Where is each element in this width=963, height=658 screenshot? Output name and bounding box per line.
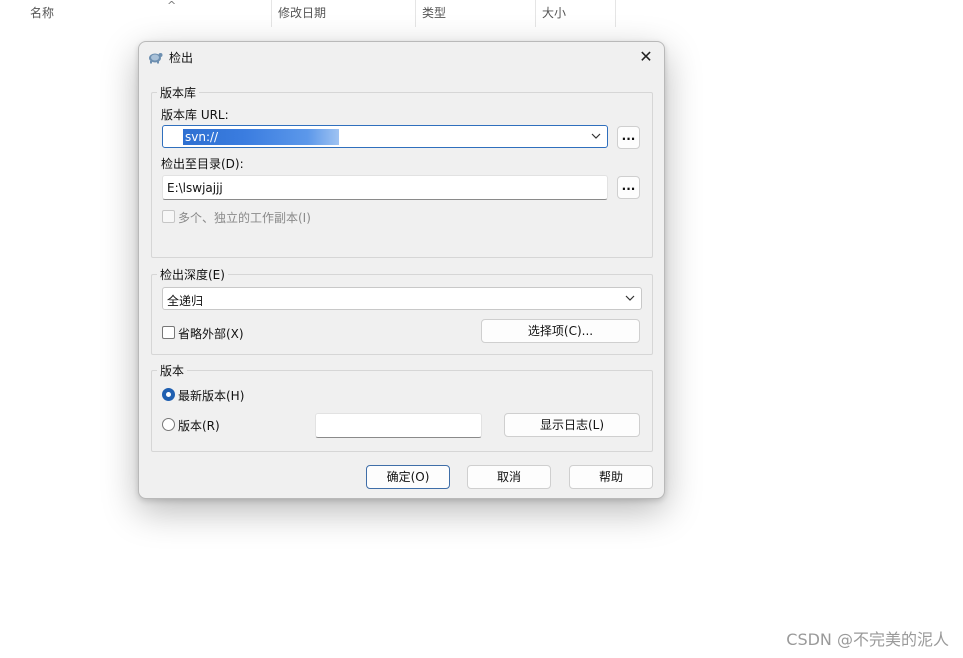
head-revision-radio[interactable]: [162, 388, 175, 401]
dialog-title: 检出: [169, 51, 194, 65]
explorer-column-header: 名称 ^ 修改日期 类型 大小: [0, 0, 963, 27]
choose-items-button[interactable]: 选择项(C)...: [481, 319, 640, 343]
column-name[interactable]: 名称 ^: [24, 0, 272, 27]
checkout-dialog: 检出 ✕ 版本库 版本库 URL: svn:// ... 检出至目录(D): E…: [138, 41, 665, 499]
dialog-titlebar[interactable]: 检出 ✕: [139, 42, 664, 72]
column-modified-date[interactable]: 修改日期: [272, 0, 416, 27]
omit-externals-checkbox[interactable]: [162, 326, 175, 339]
repository-url-label: 版本库 URL:: [161, 108, 229, 122]
checkout-depth-combobox[interactable]: 全递归: [162, 287, 642, 310]
checkout-depth-value: 全递归: [167, 294, 204, 308]
chevron-down-icon[interactable]: [590, 129, 602, 143]
watermark: CSDN @不完美的泥人: [786, 630, 949, 649]
repository-legend: 版本库: [157, 84, 200, 101]
checkout-directory-label: 检出至目录(D):: [161, 157, 244, 171]
close-button[interactable]: ✕: [636, 47, 656, 67]
cancel-button[interactable]: 取消: [467, 465, 551, 489]
checkout-depth-legend: 检出深度(E): [157, 266, 228, 283]
browse-directory-button[interactable]: ...: [617, 176, 640, 199]
specific-revision-radio[interactable]: [162, 418, 175, 431]
omit-externals-label: 省略外部(X): [178, 327, 244, 341]
browse-repository-button[interactable]: ...: [617, 126, 640, 149]
tortoise-svn-icon: [149, 53, 163, 64]
checkout-directory-input[interactable]: E:\lswjajjj: [162, 175, 608, 200]
help-button[interactable]: 帮助: [569, 465, 653, 489]
revision-group: 版本: [151, 362, 653, 452]
close-icon: ✕: [639, 47, 653, 66]
checkout-directory-value: E:\lswjajjj: [167, 181, 223, 195]
show-log-button[interactable]: 显示日志(L): [504, 413, 640, 437]
multiple-working-copies-label: 多个、独立的工作副本(I): [178, 211, 311, 225]
multiple-working-copies-checkbox[interactable]: [162, 210, 175, 223]
column-type[interactable]: 类型: [416, 0, 536, 27]
sort-caret-icon: ^: [167, 0, 177, 12]
revision-legend: 版本: [157, 362, 188, 379]
chevron-down-icon[interactable]: [624, 291, 636, 305]
head-revision-label: 最新版本(H): [178, 389, 245, 403]
repository-url-combobox[interactable]: svn://: [162, 125, 608, 148]
repository-url-value: svn://: [185, 130, 219, 144]
ok-button[interactable]: 确定(O): [366, 465, 450, 489]
specific-revision-label: 版本(R): [178, 419, 220, 433]
column-size[interactable]: 大小: [536, 0, 616, 27]
revision-number-input[interactable]: [315, 413, 482, 438]
